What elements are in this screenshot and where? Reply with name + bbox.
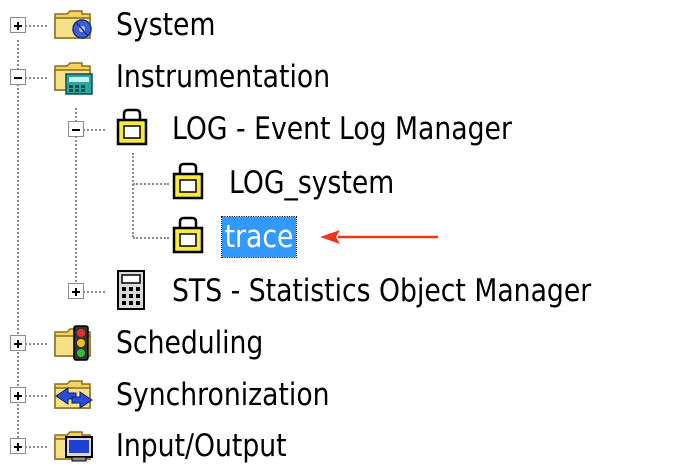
tree-item-label: Input/Output xyxy=(116,428,287,464)
tree-item-instrumentation[interactable]: Instrumentation xyxy=(0,52,380,104)
tree-item-scheduling[interactable]: Scheduling xyxy=(0,318,300,370)
tree-item-sts-manager[interactable]: STS - Statistics Object Manager xyxy=(58,266,676,318)
instrumentation-folder-icon xyxy=(54,62,93,95)
tree-line xyxy=(83,129,105,131)
tree-item-synchronization[interactable]: Synchronization xyxy=(0,370,380,422)
tree-item-system[interactable]: System xyxy=(0,0,240,52)
tree-item-label-selected: trace xyxy=(221,216,297,258)
tree-line xyxy=(83,291,105,293)
expand-button[interactable] xyxy=(68,283,84,299)
tree-line xyxy=(133,237,169,239)
tree-item-label: System xyxy=(116,7,216,43)
synchronization-folder-icon xyxy=(54,380,93,409)
collapse-button[interactable] xyxy=(68,121,84,137)
tree-line xyxy=(25,446,47,448)
calculator-icon xyxy=(117,270,145,310)
tree-item-label: Scheduling xyxy=(116,325,264,361)
tree-line xyxy=(133,183,169,185)
tree-item-trace[interactable]: trace xyxy=(116,210,326,262)
tree-line xyxy=(25,77,47,79)
collapse-button[interactable] xyxy=(10,69,26,85)
tree-line xyxy=(25,395,47,397)
log-manager-icon xyxy=(116,108,148,146)
tree-line xyxy=(25,25,47,27)
log-object-icon xyxy=(172,162,204,200)
tree-item-label: LOG - Event Log Manager xyxy=(172,111,512,147)
expand-button[interactable] xyxy=(10,335,26,351)
tree-item-label: Instrumentation xyxy=(116,59,331,95)
log-object-icon xyxy=(172,216,204,254)
expand-button[interactable] xyxy=(10,438,26,454)
tree-item-label: LOG_system xyxy=(229,165,395,201)
tree-item-log-manager[interactable]: LOG - Event Log Manager xyxy=(58,104,598,156)
io-folder-icon xyxy=(54,431,93,462)
annotation-arrow-icon xyxy=(320,230,438,244)
system-folder-icon xyxy=(54,10,92,39)
tree-item-label: Synchronization xyxy=(116,377,330,413)
scheduling-folder-icon xyxy=(54,325,91,361)
tree-line xyxy=(25,343,47,345)
expand-button[interactable] xyxy=(10,17,26,33)
expand-button[interactable] xyxy=(10,387,26,403)
tree-item-input-output[interactable]: Input/Output xyxy=(0,421,340,473)
tree-view: System Instrumentation LOG - Event Log M… xyxy=(0,0,676,473)
tree-item-label: STS - Statistics Object Manager xyxy=(172,273,592,309)
tree-item-log-system[interactable]: LOG_system xyxy=(116,158,436,210)
